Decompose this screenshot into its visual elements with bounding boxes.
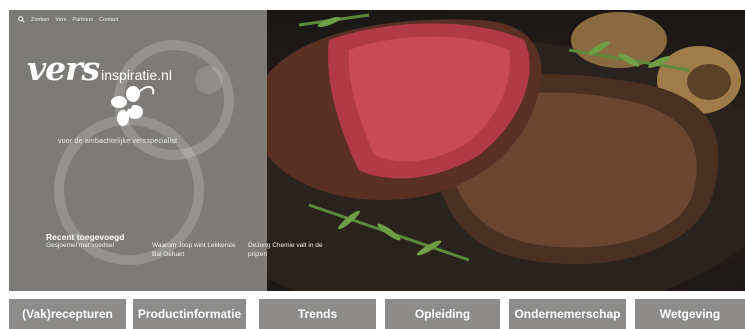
- tile-ondernemerschap[interactable]: Ondernemerschap: [509, 299, 626, 329]
- tile-productinformatie[interactable]: Productinformatie: [133, 299, 246, 329]
- category-navigation: (Vak)recepturen Productinformatie Trends…: [0, 299, 745, 329]
- search-icon[interactable]: [18, 16, 25, 23]
- nav-link-vers[interactable]: Vers: [55, 17, 66, 23]
- flower-logo-icon: [111, 86, 155, 126]
- logo-domain-text: inspiratie.nl: [101, 67, 172, 83]
- tile-wetgeving[interactable]: Wetgeving: [635, 299, 745, 329]
- logo-vers-text: vers: [27, 49, 100, 88]
- recent-list: Gesjoemel met voedsel Waarom Joop wint L…: [46, 242, 330, 260]
- top-navigation: Zoeken Vers Partners Contact: [18, 16, 118, 23]
- nav-link-partners[interactable]: Partners: [72, 17, 93, 23]
- nav-link-zoeken[interactable]: Zoeken: [31, 17, 49, 23]
- recent-item-3[interactable]: DeJong Chemie valt in de prijzen: [248, 242, 330, 260]
- recent-heading: Recent toegevoegd: [46, 232, 125, 242]
- tile-trends[interactable]: Trends: [259, 299, 376, 329]
- nav-link-contact[interactable]: Contact: [99, 17, 118, 23]
- tile-vakrecepturen[interactable]: (Vak)recepturen: [9, 299, 126, 329]
- recent-item-1[interactable]: Gesjoemel met voedsel: [46, 242, 142, 260]
- site-logo[interactable]: vers inspiratie.nl: [27, 52, 172, 85]
- tagline: voor de ambachtelijke versspecialist: [58, 138, 178, 145]
- tile-opleiding[interactable]: Opleiding: [385, 299, 500, 329]
- recent-item-2[interactable]: Waarom Joop wint Lekkerste Bal Gehakt: [152, 242, 238, 260]
